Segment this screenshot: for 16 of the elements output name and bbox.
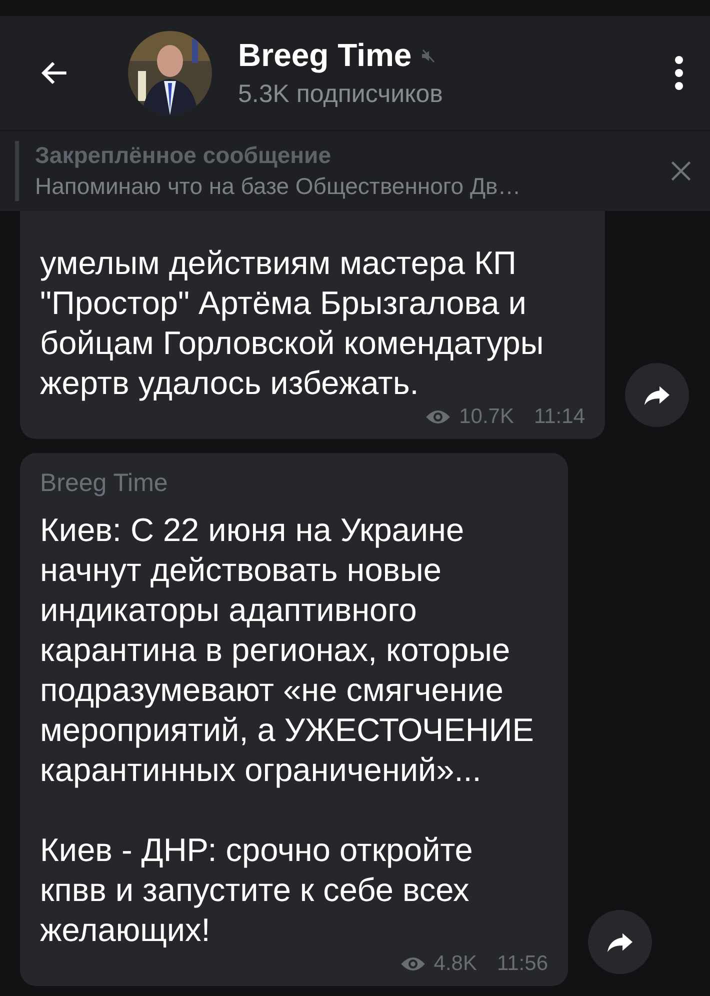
pinned-message-bar[interactable]: Закреплённое сообщение Напоминаю что на базе Общественного Дв…: [0, 130, 710, 211]
subscriber-count: 5.3K подписчиков: [238, 80, 444, 109]
message-text: Киев: С 22 июня на Украине начнут действовать новые индикаторы адаптивного карантина в регионах, которые подразумевают «не смягчение мероприятий, а УЖЕСТОЧЕНИЕ карантинных ограничений»... Киев - ДНР: срочно откройте кпвв и запустите к себе всех желающих!: [40, 511, 535, 950]
message-time: 11:14: [534, 405, 585, 429]
close-icon[interactable]: [670, 160, 692, 182]
more-options-icon[interactable]: [674, 55, 684, 91]
pinned-label: Закреплённое сообщение: [35, 142, 332, 169]
message-time: 11:56: [497, 952, 548, 976]
view-count: 4.8K: [434, 952, 477, 976]
pinned-text: Напоминаю что на базе Общественного Дв…: [35, 173, 522, 200]
view-count: 10.7K: [459, 405, 514, 429]
eye-icon: [400, 955, 426, 973]
message-text: умелым действиям мастера КП "Простор" Артёма Брызгалова и бойцам Горловской комендатуры жертв удалось избежать.: [40, 244, 545, 403]
channel-title: Breeg Time: [238, 37, 412, 74]
message-author: Breeg Time: [40, 469, 169, 498]
eye-icon: [425, 408, 452, 426]
